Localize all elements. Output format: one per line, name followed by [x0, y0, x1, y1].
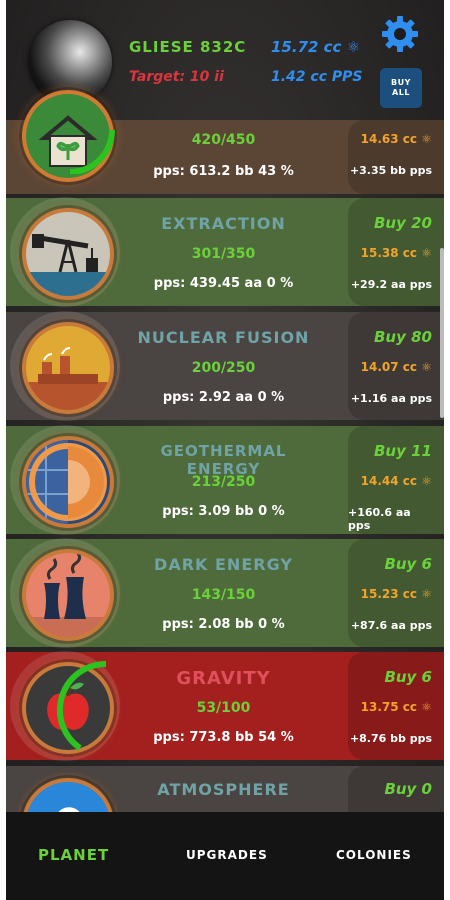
progress-count: 53/100 [196, 700, 251, 716]
gear-icon[interactable] [380, 14, 420, 54]
tab-colonies[interactable]: COLONIES [336, 848, 412, 862]
buy-panel[interactable]: Buy 20 15.38 cc ⚛ +29.2 aa pps [348, 198, 444, 306]
target-label: Target: 10 ii [129, 69, 224, 85]
buy-panel[interactable]: Buy 11 14.44 cc ⚛ +160.6 aa pps [348, 426, 444, 534]
buy-all-line2: ALL [392, 88, 410, 97]
cooling-tower-icon [22, 549, 114, 641]
atom-icon: ⚛ [421, 474, 432, 488]
progress-count: 213/250 [191, 474, 256, 490]
gain-label: +8.76 bb pps [349, 732, 432, 745]
cost-label: 14.44 cc ⚛ [360, 474, 432, 488]
gain-label: +1.16 aa pps [350, 392, 432, 405]
gain-label: +3.35 bb pps [349, 164, 432, 177]
buy-panel[interactable]: 14.63 cc ⚛ +3.35 bb pps [348, 120, 444, 194]
progress-ring [56, 660, 107, 751]
bottom-nav: PLANET UPGRADES COLONIES [6, 812, 444, 900]
list-item-dark-energy[interactable]: DARK ENERGY 143/150 pps: 2.08 bb 0 % Buy… [6, 538, 444, 648]
item-title: NUCLEAR FUSION [137, 328, 310, 347]
buy-count: Buy 0 [384, 780, 432, 798]
atom-icon: ⚛ [421, 132, 432, 146]
progress-count: 301/350 [191, 246, 256, 262]
atom-icon: ⚛ [346, 38, 361, 56]
pps-label: pps: 2.08 bb 0 % [162, 617, 285, 632]
cc-total: 15.72 cc ⚛ [271, 38, 360, 56]
buy-panel[interactable]: Buy 6 13.75 cc ⚛ +8.76 bb pps [348, 652, 444, 760]
atom-icon: ⚛ [421, 360, 432, 374]
list-item-nuclear-fusion[interactable]: NUCLEAR FUSION 200/250 pps: 2.92 aa 0 % … [6, 311, 444, 421]
list-item-extraction[interactable]: EXTRACTION 301/350 pps: 439.45 aa 0 % Bu… [6, 197, 444, 307]
progress-count: 200/250 [191, 360, 256, 376]
cc-total-value: 15.72 cc [271, 38, 342, 56]
buy-panel[interactable]: Buy 6 15.23 cc ⚛ +87.6 aa pps [348, 539, 444, 647]
progress-count: 420/450 [191, 132, 256, 148]
item-title: GEOTHERMAL ENERGY [160, 442, 287, 478]
pps-total: 1.42 cc PPS [271, 69, 363, 85]
gain-label: +87.6 aa pps [350, 619, 432, 632]
progress-count: 143/150 [191, 587, 256, 603]
atom-icon: ⚛ [421, 246, 432, 260]
pps-label: pps: 3.09 bb 0 % [162, 504, 285, 519]
nuclear-plant-icon [22, 322, 114, 414]
item-title: EXTRACTION [161, 214, 286, 233]
item-title: ATMOSPHERE [157, 780, 290, 799]
cost-label: 15.38 cc ⚛ [360, 246, 432, 260]
tab-planet[interactable]: PLANET [38, 846, 109, 864]
earth-core-icon [22, 436, 114, 528]
tab-upgrades[interactable]: UPGRADES [186, 848, 268, 862]
atom-icon: ⚛ [421, 700, 432, 714]
atom-icon: ⚛ [421, 587, 432, 601]
pps-label: pps: 439.45 aa 0 % [153, 276, 294, 291]
oil-pump-icon [22, 208, 114, 300]
cost-label: 15.23 cc ⚛ [360, 587, 432, 601]
cost-label: 14.63 cc ⚛ [360, 132, 432, 146]
buy-count: Buy 80 [374, 328, 432, 346]
gain-label: +29.2 aa pps [350, 278, 432, 291]
list-item-geothermal-energy[interactable]: GEOTHERMAL ENERGY 213/250 pps: 3.09 bb 0… [6, 425, 444, 535]
cost-label: 14.07 cc ⚛ [360, 360, 432, 374]
list-item-gravity[interactable]: GRAVITY 53/100 pps: 773.8 bb 54 % Buy 6 … [6, 651, 444, 761]
planet-name: GLIESE 832C [129, 38, 247, 56]
item-title: DARK ENERGY [154, 555, 293, 574]
buy-all-line1: BUY [391, 78, 411, 87]
buy-count: Buy 6 [384, 555, 432, 573]
buy-count: Buy 20 [374, 214, 432, 232]
scrollbar[interactable] [440, 248, 444, 418]
pps-label: pps: 2.92 aa 0 % [162, 390, 285, 405]
item-title: GRAVITY [176, 668, 271, 689]
gain-label: +160.6 aa pps [348, 506, 411, 532]
buy-count: Buy 11 [374, 442, 432, 460]
pps-label: pps: 773.8 bb 54 % [153, 730, 294, 745]
buy-panel[interactable]: Buy 80 14.07 cc ⚛ +1.16 aa pps [348, 312, 444, 420]
buy-count: Buy 6 [384, 668, 432, 686]
pps-label: pps: 613.2 bb 43 % [153, 164, 294, 179]
game-screen: GLIESE 832C Target: 10 ii 15.72 cc ⚛ 1.4… [6, 0, 444, 900]
progress-ring [69, 129, 115, 174]
buy-all-button[interactable]: BUY ALL [380, 68, 422, 108]
cost-label: 13.75 cc ⚛ [360, 700, 432, 714]
list-item-agriculture[interactable]: 420/450 pps: 613.2 bb 43 % 14.63 cc ⚛ +3… [6, 90, 444, 194]
